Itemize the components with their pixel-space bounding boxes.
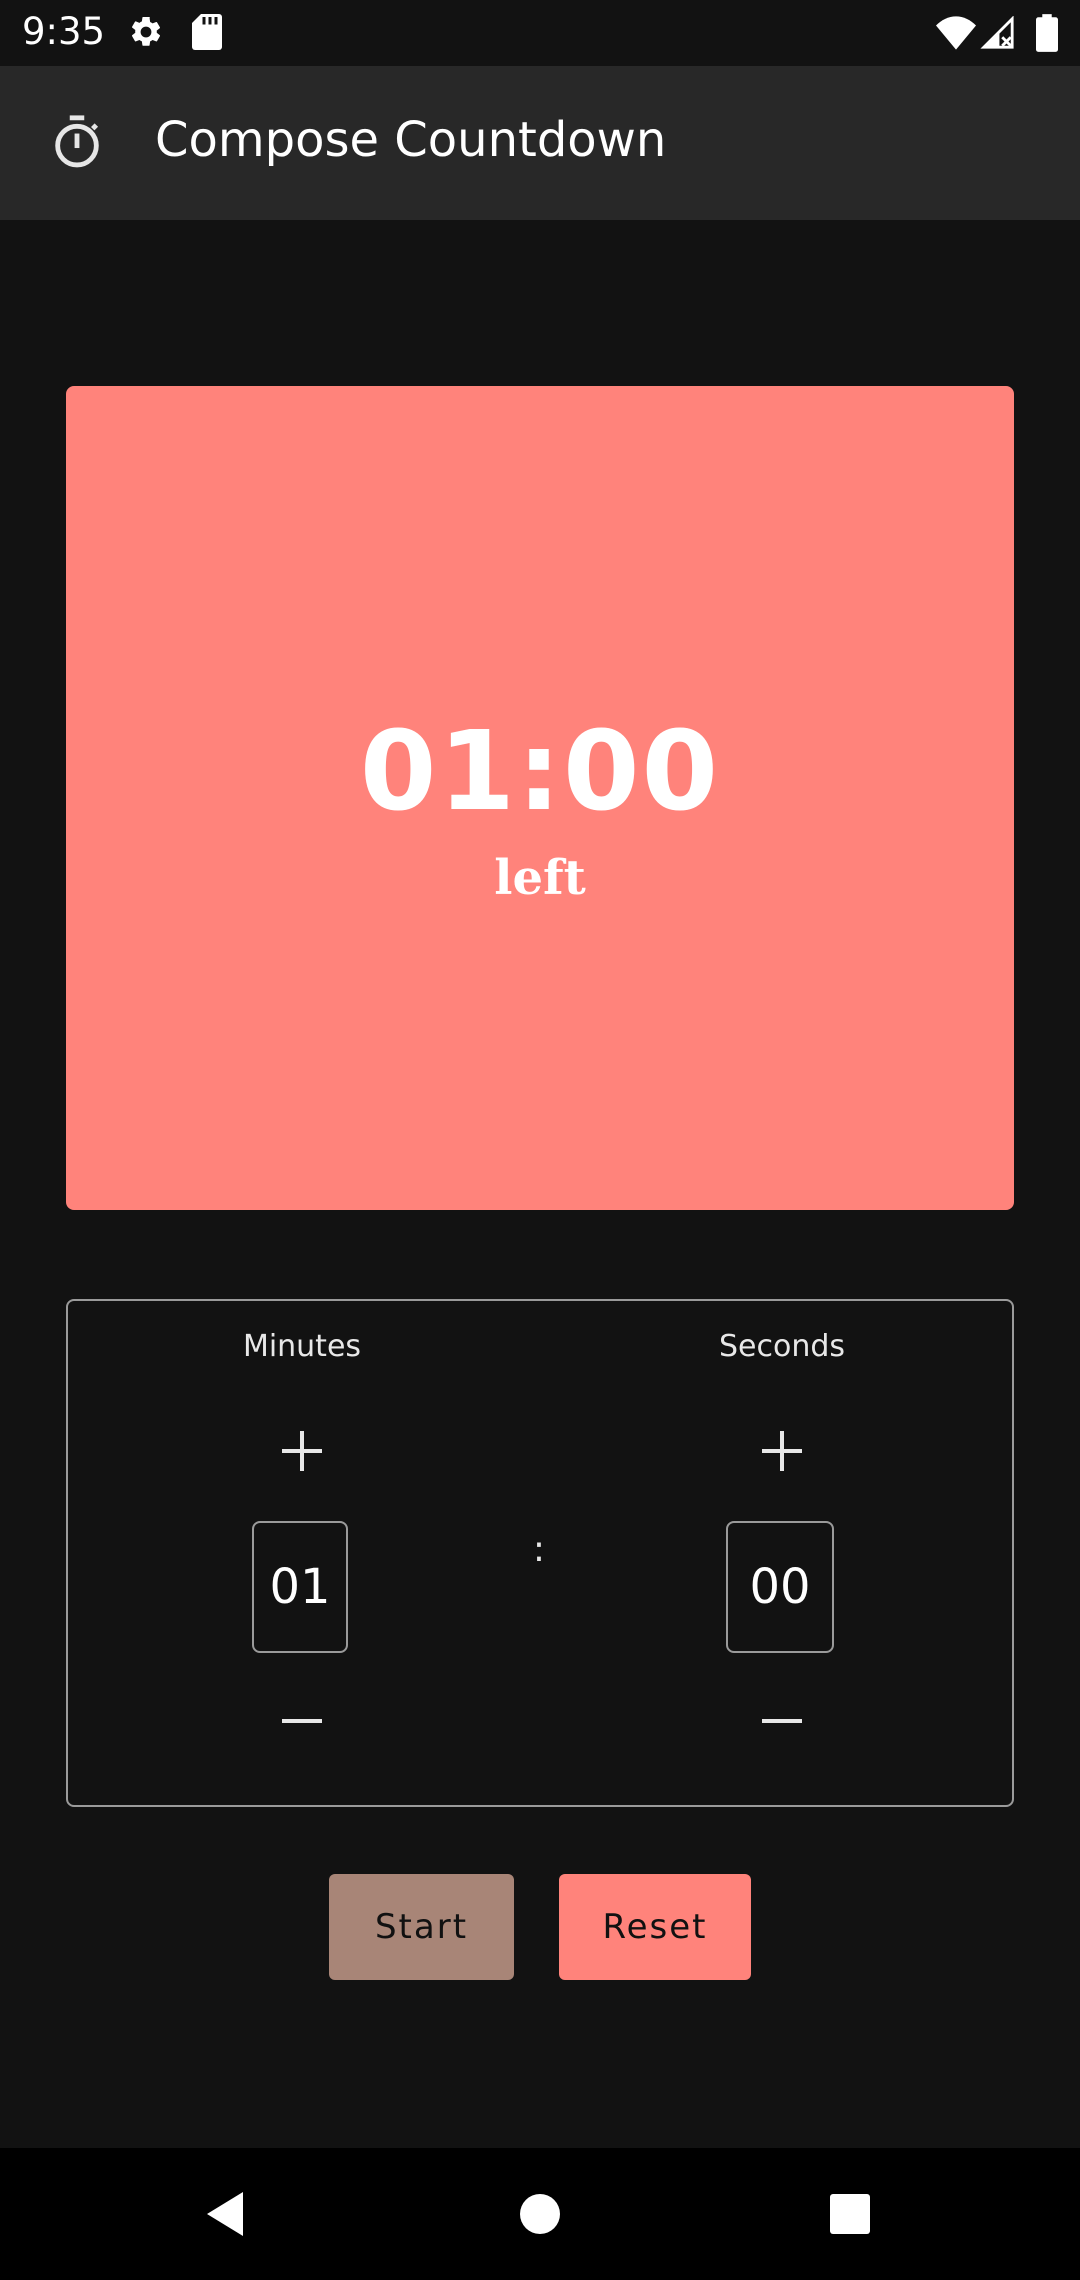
time-picker-panel: Minutes Seconds 01 : 00 <box>66 1299 1014 1807</box>
timer-icon <box>48 113 106 175</box>
minutes-label: Minutes <box>242 1329 362 1364</box>
plus-icon <box>762 1431 802 1471</box>
seconds-increment-button[interactable] <box>742 1411 822 1491</box>
status-time: 9:35 <box>22 10 106 53</box>
app-bar: Compose Countdown <box>0 66 1080 220</box>
home-button[interactable] <box>480 2148 600 2280</box>
seconds-value-field[interactable]: 00 <box>726 1521 834 1653</box>
minus-icon <box>762 1719 802 1723</box>
time-left-caption: left <box>494 850 586 906</box>
wifi-icon <box>936 16 976 54</box>
time-remaining: 01:00 <box>359 707 721 835</box>
start-button[interactable]: Start <box>329 1874 514 1980</box>
seconds-decrement-button[interactable] <box>742 1681 822 1761</box>
recents-icon <box>830 2194 870 2234</box>
cell-signal-icon <box>980 15 1016 54</box>
navigation-bar <box>0 2148 1080 2280</box>
back-button[interactable] <box>166 2148 286 2280</box>
back-icon <box>207 2192 243 2236</box>
app-title: Compose Countdown <box>155 112 667 168</box>
minutes-value-field[interactable]: 01 <box>252 1521 348 1653</box>
reset-button[interactable]: Reset <box>559 1874 751 1980</box>
seconds-label: Seconds <box>718 1329 846 1364</box>
minutes-increment-button[interactable] <box>262 1411 342 1491</box>
status-bar: 9:35 <box>0 0 1080 66</box>
minutes-decrement-button[interactable] <box>262 1681 342 1761</box>
plus-icon <box>282 1431 322 1471</box>
sd-card-icon <box>192 14 222 54</box>
timer-display-card: 01:00 left <box>66 386 1014 1210</box>
battery-icon <box>1036 14 1058 56</box>
recents-button[interactable] <box>790 2148 910 2280</box>
settings-icon <box>128 14 164 54</box>
home-icon <box>520 2194 560 2234</box>
time-separator: : <box>532 1529 546 1570</box>
minus-icon <box>282 1719 322 1723</box>
